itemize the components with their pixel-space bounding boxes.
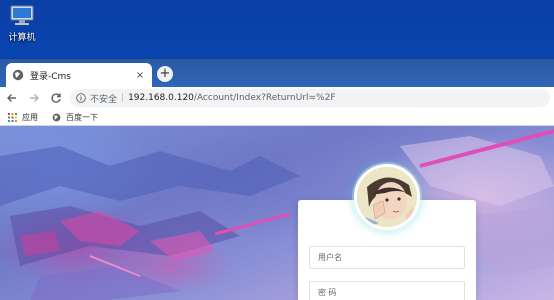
globe-icon xyxy=(12,69,24,81)
avatar-illustration xyxy=(357,167,417,227)
globe-icon xyxy=(52,113,61,121)
tab-close-icon[interactable]: × xyxy=(134,70,146,81)
apps-grid-icon xyxy=(8,112,17,122)
url-host: 192.168.0.120 xyxy=(128,93,194,103)
url-path: /Account/Index?ReturnUrl=%2F xyxy=(193,93,336,103)
desktop-icon-label: 计算机 xyxy=(8,33,36,43)
arrow-left-icon xyxy=(7,94,16,102)
bookmark-apps[interactable]: 应用 xyxy=(8,112,38,123)
bookmark-label: 应用 xyxy=(22,112,38,122)
reload-icon xyxy=(51,93,61,103)
computer-icon xyxy=(8,4,36,28)
arrow-right-icon xyxy=(30,94,39,102)
login-page-background: 用户名 密 码 xyxy=(0,126,554,300)
bookmark-label: 百度一下 xyxy=(66,112,98,122)
tab-title: 登录-Cms xyxy=(30,71,71,82)
reload-button[interactable] xyxy=(48,90,64,106)
browser-window: 登录-Cms × + 不安全 | 192.168.0.120 /Account/… xyxy=(0,58,554,300)
bookmarks-bar: 应用 百度一下 xyxy=(0,109,554,126)
address-separator: | xyxy=(121,93,125,103)
tab-strip: 登录-Cms × + xyxy=(0,59,554,87)
tab-login[interactable]: 登录-Cms × xyxy=(6,63,152,87)
new-tab-button[interactable]: + xyxy=(157,66,173,82)
desktop-computer-icon[interactable]: 计算机 xyxy=(4,4,40,43)
info-icon[interactable] xyxy=(76,93,86,103)
security-status: 不安全 xyxy=(90,94,118,105)
address-bar[interactable]: 不安全 | 192.168.0.120 /Account/Index?Retur… xyxy=(70,89,550,107)
password-input[interactable]: 密 码 xyxy=(309,281,465,300)
avatar xyxy=(354,164,420,230)
browser-toolbar: 不安全 | 192.168.0.120 /Account/Index?Retur… xyxy=(0,87,554,109)
forward-button[interactable] xyxy=(26,90,42,106)
bookmark-baidu[interactable]: 百度一下 xyxy=(52,112,98,123)
back-button[interactable] xyxy=(4,90,20,106)
username-input[interactable]: 用户名 xyxy=(309,246,465,269)
